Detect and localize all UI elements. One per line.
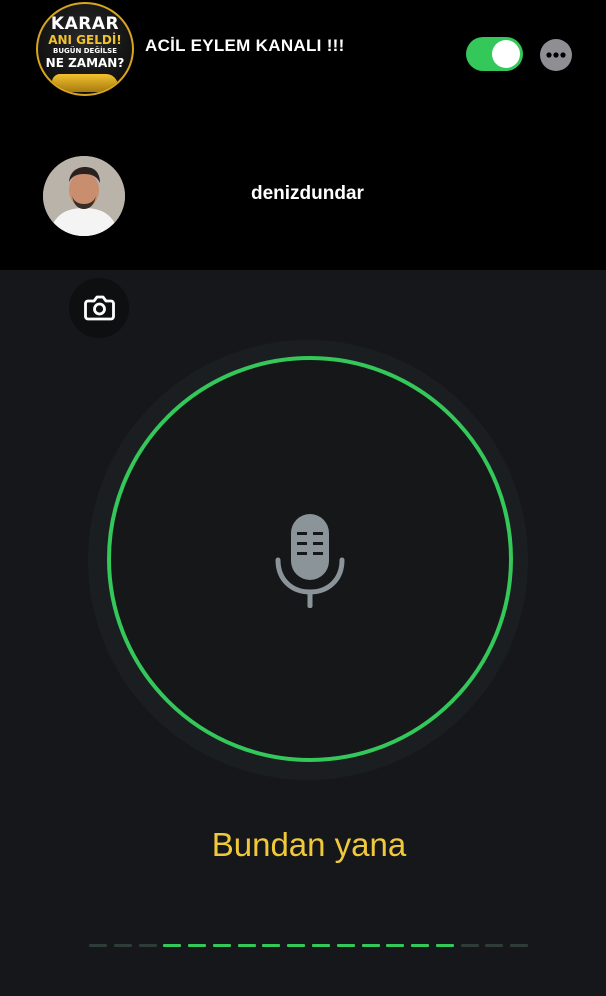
channel-logo-line-2: ANI GELDİ! [48,33,122,47]
progress-segment [89,944,107,947]
caption-text: Bundan yana [211,826,407,863]
progress-segment [212,944,231,947]
channel-logo-line-4: NE ZAMAN? [45,56,125,70]
progress-segment [188,944,207,947]
camera-icon [84,295,115,321]
progress-segment [312,944,330,947]
progress-segment [460,944,479,947]
channel-title: ACİL EYLEM KANALI !!! [145,36,345,55]
channel-logo-line-1: KARAR [50,14,120,34]
speaker-avatar[interactable] [43,156,125,236]
speaker-username: denizdundar [251,183,364,204]
progress-segment [138,944,157,947]
progress-segment [336,944,355,947]
progress-segment [361,944,380,947]
progress-segment [237,944,256,947]
progress-segment [435,944,454,947]
camera-button[interactable] [69,278,129,338]
progress-segment [510,944,529,947]
car-graphic [52,74,118,92]
progress-segment [163,944,182,947]
profile-photo [43,156,125,236]
progress-indicator [87,944,533,948]
channel-avatar[interactable]: KARAR ANI GELDİ! BUGÜN DEĞİLSE NE ZAMAN? [36,2,134,96]
progress-segment [287,944,306,947]
progress-segment [262,944,281,947]
progress-segment [411,944,430,947]
progress-segment [386,944,405,947]
progress-segment [113,944,132,947]
live-toggle[interactable] [466,37,523,71]
channel-logo-line-3: BUGÜN DEĞİLSE [53,47,117,55]
ellipsis-icon [546,52,566,58]
more-options-button[interactable] [540,39,572,71]
toggle-knob [492,40,520,68]
progress-segment [485,944,504,947]
microphone-icon [275,514,345,608]
